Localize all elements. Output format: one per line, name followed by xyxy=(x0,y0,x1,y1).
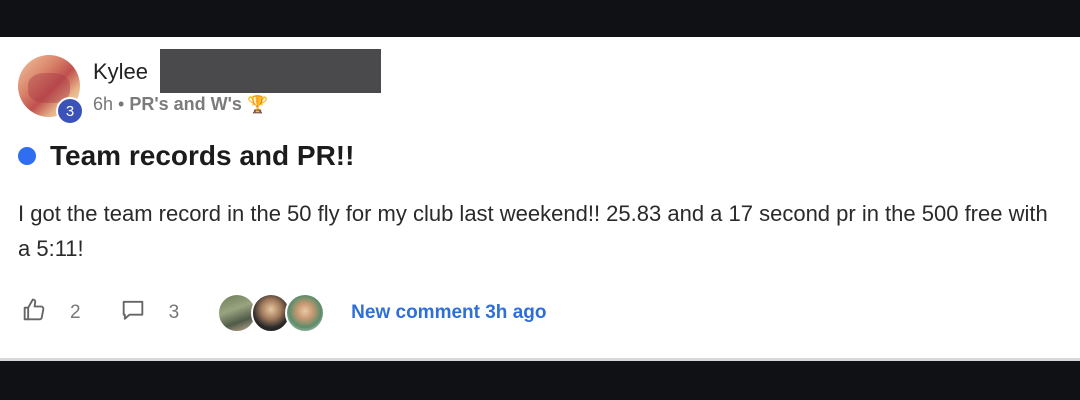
thumbs-up-icon xyxy=(20,296,48,330)
post-title[interactable]: Team records and PR!! xyxy=(50,140,354,172)
post-title-row: Team records and PR!! xyxy=(18,140,354,172)
unread-indicator xyxy=(18,147,36,165)
comment-count: 3 xyxy=(168,302,180,323)
commenter-avatars[interactable] xyxy=(217,293,326,333)
post-actions: 2 3 New comment 3h ago xyxy=(20,293,546,333)
author-avatar-wrap[interactable]: 3 xyxy=(18,55,84,125)
like-button[interactable]: 2 xyxy=(20,296,81,330)
like-count: 2 xyxy=(70,302,81,323)
new-comment-link[interactable]: New comment 3h ago xyxy=(351,302,546,324)
speech-bubble-icon xyxy=(119,296,147,330)
post-body: I got the team record in the 50 fly for … xyxy=(18,201,1048,261)
post-time: 6h xyxy=(93,94,114,114)
trophy-icon: 🏆 xyxy=(246,94,269,114)
commenter-avatar[interactable] xyxy=(285,293,326,333)
redacted-surname xyxy=(160,49,381,93)
comment-button[interactable]: 3 xyxy=(119,296,180,330)
author-name[interactable]: Kylee xyxy=(93,59,148,85)
meta-separator: • xyxy=(118,94,125,114)
group-link[interactable]: PR's and W's xyxy=(129,94,242,115)
level-badge: 3 xyxy=(56,97,84,125)
post-card[interactable]: 3 Kylee 6h • PR's and W's 🏆 Team records… xyxy=(0,37,1080,361)
post-meta: 6h • PR's and W's 🏆 xyxy=(93,94,268,115)
